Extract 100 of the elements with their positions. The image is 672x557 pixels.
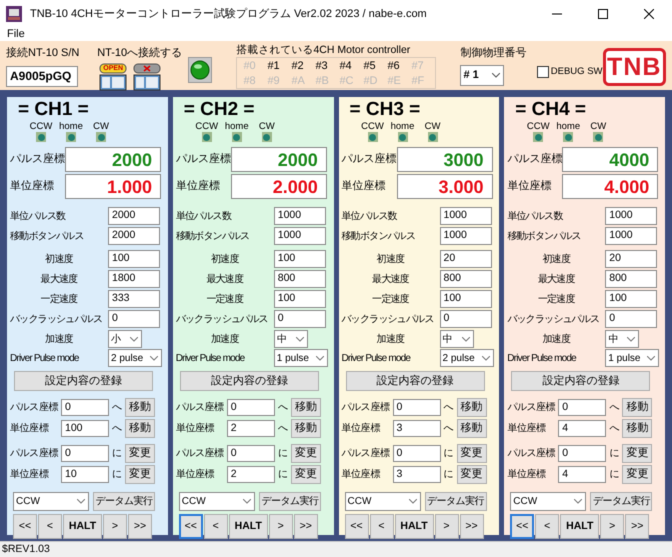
jog-button[interactable]: < bbox=[370, 514, 394, 539]
pulse-mode-select[interactable]: 2 pulse bbox=[440, 349, 494, 367]
datum-direction-select[interactable]: CCW bbox=[178, 492, 255, 511]
datum-direction-select[interactable]: CCW bbox=[13, 492, 89, 511]
input-field[interactable]: 0 bbox=[61, 399, 109, 416]
input-field[interactable]: 20 bbox=[440, 250, 492, 268]
input-field[interactable]: 1000 bbox=[274, 207, 326, 225]
jog-button[interactable]: << bbox=[344, 514, 368, 539]
input-field[interactable]: 0 bbox=[392, 399, 440, 416]
input-field[interactable]: 1000 bbox=[440, 207, 492, 225]
move-button[interactable]: 移動 bbox=[622, 419, 652, 438]
jog-button[interactable]: < bbox=[38, 514, 62, 539]
datum-button[interactable]: データム実行 bbox=[93, 492, 155, 511]
jog-button[interactable]: HALT bbox=[63, 514, 102, 539]
jog-button[interactable]: > bbox=[434, 514, 458, 539]
pulse-mode-select[interactable]: 1 pulse bbox=[274, 349, 328, 367]
jog-button[interactable]: HALT bbox=[394, 514, 434, 539]
input-field[interactable]: 100 bbox=[274, 250, 326, 268]
move-button[interactable]: 移動 bbox=[125, 419, 155, 438]
physical-number-select[interactable]: # 1 bbox=[460, 64, 504, 86]
input-field[interactable]: 0 bbox=[61, 445, 109, 462]
input-field[interactable]: 0 bbox=[558, 399, 606, 416]
register-button[interactable]: 設定内容の登録 bbox=[346, 371, 484, 391]
datum-direction-select[interactable]: CCW bbox=[344, 492, 420, 511]
register-button[interactable]: 設定内容の登録 bbox=[511, 371, 650, 391]
input-field[interactable]: 333 bbox=[108, 290, 160, 308]
datum-button[interactable]: データム実行 bbox=[590, 492, 652, 511]
change-button[interactable]: 変更 bbox=[290, 465, 321, 484]
input-field[interactable]: 20 bbox=[605, 250, 658, 268]
input-field[interactable]: 0 bbox=[108, 310, 160, 328]
input-field[interactable]: 10 bbox=[61, 466, 109, 483]
disconnect-button[interactable] bbox=[133, 62, 162, 90]
jog-button[interactable]: >> bbox=[128, 514, 152, 539]
menu-item[interactable]: File bbox=[7, 28, 25, 40]
jog-button[interactable]: > bbox=[600, 514, 624, 539]
jog-button[interactable]: > bbox=[268, 514, 293, 539]
datum-button[interactable]: データム実行 bbox=[424, 492, 486, 511]
move-button[interactable]: 移動 bbox=[125, 398, 155, 417]
serial-field[interactable]: A9005pGQ bbox=[6, 66, 78, 86]
input-field[interactable]: 2000 bbox=[108, 207, 160, 225]
change-button[interactable]: 変更 bbox=[456, 465, 486, 484]
input-field[interactable]: 800 bbox=[440, 270, 492, 288]
jog-button[interactable]: >> bbox=[460, 514, 484, 539]
input-field[interactable]: 3 bbox=[392, 466, 440, 483]
register-button[interactable]: 設定内容の登録 bbox=[14, 371, 153, 391]
input-field[interactable]: 1000 bbox=[605, 207, 658, 225]
input-field[interactable]: 1000 bbox=[605, 227, 658, 245]
change-button[interactable]: 変更 bbox=[622, 444, 652, 463]
input-field[interactable]: 1800 bbox=[108, 270, 160, 288]
input-field[interactable]: 100 bbox=[274, 290, 326, 308]
input-field[interactable]: 4 bbox=[558, 466, 606, 483]
input-field[interactable]: 2 bbox=[226, 466, 275, 483]
change-button[interactable]: 変更 bbox=[125, 444, 155, 463]
pulse-mode-select[interactable]: 2 pulse bbox=[108, 349, 162, 367]
status-led-button[interactable] bbox=[188, 57, 212, 83]
debug-checkbox[interactable] bbox=[536, 66, 549, 78]
change-button[interactable]: 変更 bbox=[456, 444, 486, 463]
jog-button[interactable]: >> bbox=[625, 514, 650, 539]
input-field[interactable]: 0 bbox=[274, 310, 326, 328]
datum-button[interactable]: データム実行 bbox=[258, 492, 321, 511]
input-field[interactable]: 1000 bbox=[440, 227, 492, 245]
register-button[interactable]: 設定内容の登録 bbox=[180, 371, 319, 391]
input-field[interactable]: 3 bbox=[392, 420, 440, 437]
change-button[interactable]: 変更 bbox=[125, 465, 155, 484]
input-field[interactable]: 0 bbox=[226, 445, 275, 462]
input-field[interactable]: 0 bbox=[605, 310, 658, 328]
accel-select[interactable]: 中 bbox=[274, 330, 308, 348]
input-field[interactable]: 100 bbox=[61, 420, 109, 437]
move-button[interactable]: 移動 bbox=[622, 398, 652, 417]
input-field[interactable]: 2 bbox=[226, 420, 275, 437]
jog-button[interactable]: >> bbox=[294, 514, 318, 539]
accel-select[interactable]: 中 bbox=[605, 330, 640, 348]
input-field[interactable]: 0 bbox=[392, 445, 440, 462]
input-field[interactable]: 0 bbox=[440, 310, 492, 328]
accel-select[interactable]: 中 bbox=[440, 330, 474, 348]
move-button[interactable]: 移動 bbox=[290, 398, 321, 417]
input-field[interactable]: 0 bbox=[558, 445, 606, 462]
jog-button[interactable]: HALT bbox=[560, 514, 600, 539]
jog-button[interactable]: HALT bbox=[228, 514, 268, 539]
jog-button[interactable]: > bbox=[103, 514, 127, 539]
accel-select[interactable]: 小 bbox=[108, 330, 142, 348]
jog-button[interactable]: < bbox=[535, 514, 560, 539]
input-field[interactable]: 1000 bbox=[274, 227, 326, 245]
pulse-mode-select[interactable]: 1 pulse bbox=[605, 349, 660, 367]
move-button[interactable]: 移動 bbox=[290, 419, 321, 438]
datum-direction-select[interactable]: CCW bbox=[510, 492, 586, 511]
change-button[interactable]: 変更 bbox=[290, 444, 321, 463]
input-field[interactable]: 100 bbox=[605, 290, 658, 308]
jog-button[interactable]: << bbox=[178, 514, 203, 539]
jog-button[interactable]: < bbox=[204, 514, 228, 539]
input-field[interactable]: 100 bbox=[108, 250, 160, 268]
input-field[interactable]: 800 bbox=[274, 270, 326, 288]
input-field[interactable]: 100 bbox=[440, 290, 492, 308]
input-field[interactable]: 4 bbox=[558, 420, 606, 437]
move-button[interactable]: 移動 bbox=[456, 419, 486, 438]
jog-button[interactable]: << bbox=[510, 514, 534, 539]
input-field[interactable]: 2000 bbox=[108, 227, 160, 245]
jog-button[interactable]: << bbox=[13, 514, 37, 539]
input-field[interactable]: 800 bbox=[605, 270, 658, 288]
change-button[interactable]: 変更 bbox=[622, 465, 652, 484]
